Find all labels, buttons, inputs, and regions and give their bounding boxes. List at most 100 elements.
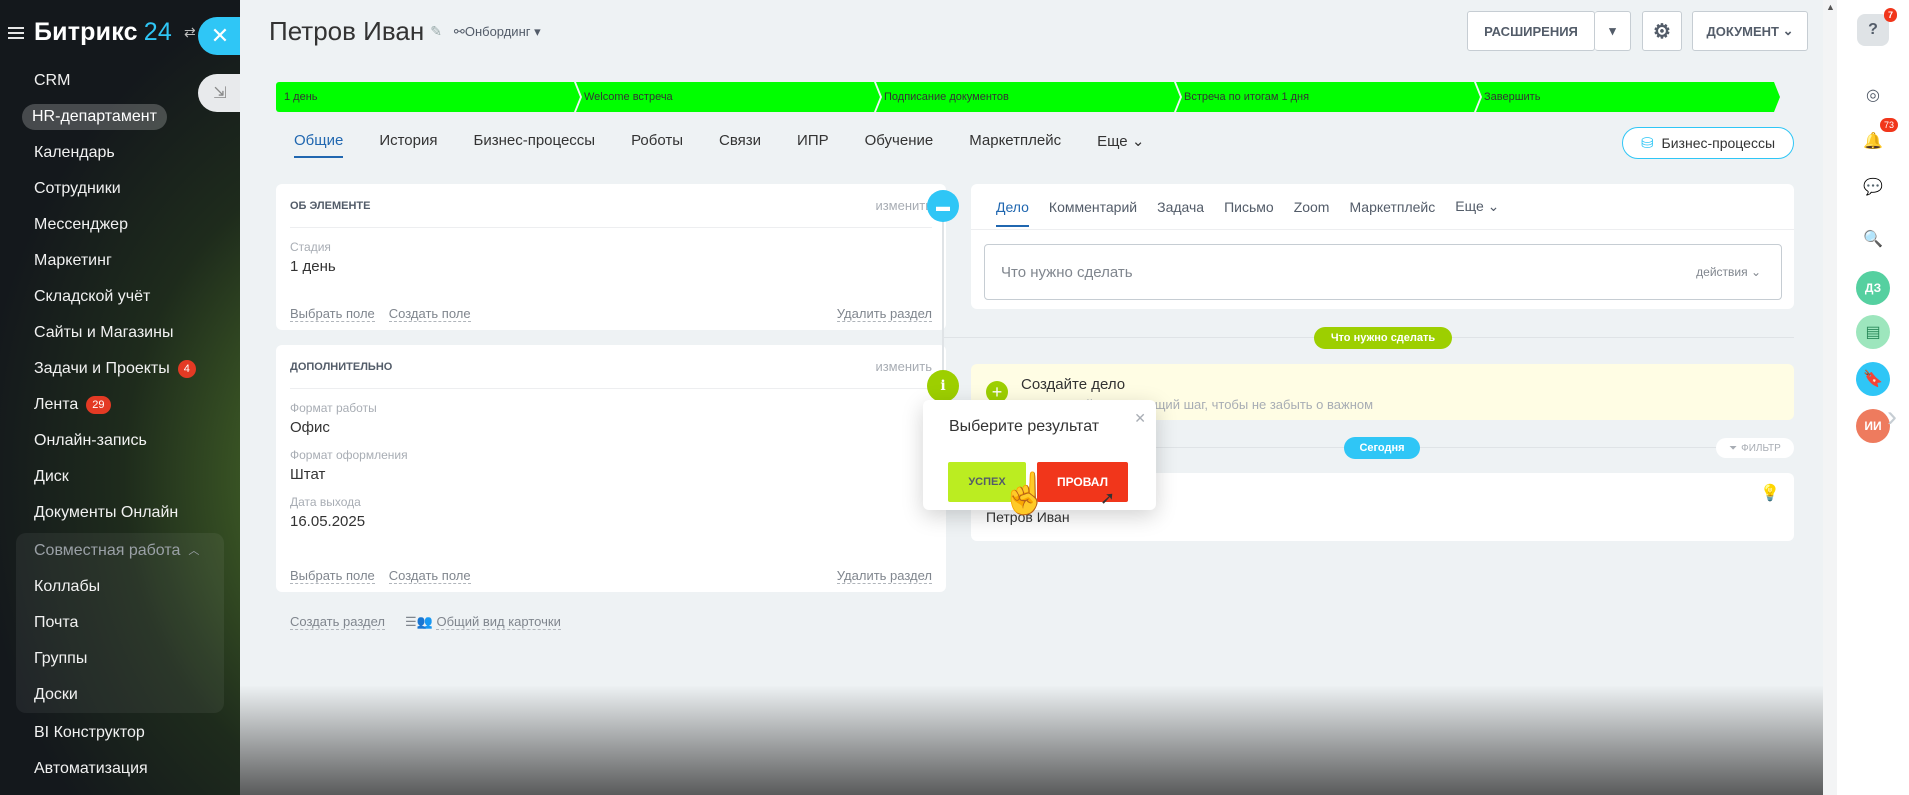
chat-button[interactable]: 💬: [1856, 170, 1890, 204]
minimize-icon: ⇲: [213, 85, 227, 102]
swap-icon[interactable]: ⇄: [184, 24, 196, 41]
nav-group-title[interactable]: Совместная работа ︿: [16, 533, 224, 569]
tab-zoom[interactable]: Zoom: [1294, 199, 1330, 215]
stage-item[interactable]: Welcome встреча: [576, 82, 880, 112]
extensions-dropdown-button[interactable]: ▾: [1595, 11, 1631, 51]
chevron-right-icon[interactable]: ›: [1887, 400, 1897, 434]
edit-link[interactable]: изменить: [875, 198, 932, 213]
field-employment-format: Формат оформления Штат: [290, 448, 408, 483]
search-button[interactable]: 🔍: [1856, 222, 1890, 256]
about-card: ОБ ЭЛЕМЕНТЕ изменить Стадия 1 день Выбра…: [276, 184, 946, 330]
delete-section-link[interactable]: Удалить раздел: [836, 568, 932, 584]
entity-title[interactable]: Петров Иван: [269, 16, 424, 47]
field-start-date: Дата выхода 16.05.2025: [290, 495, 366, 530]
nav-item-employees[interactable]: Сотрудники: [0, 171, 240, 207]
category-selector[interactable]: ⚯Онбординг ▾: [454, 24, 541, 40]
entity-tabs: Общие История Бизнес-процессы Роботы Свя…: [294, 132, 1144, 158]
nav-item-collabs[interactable]: Коллабы: [16, 569, 224, 605]
nav-item-mail[interactable]: Почта: [16, 605, 224, 641]
select-field-link[interactable]: Выбрать поле: [290, 306, 375, 322]
minimize-slider-button[interactable]: ⇲: [198, 74, 242, 112]
nav-item-feed[interactable]: Лента 29: [0, 387, 240, 423]
card-header: ДОПОЛНИТЕЛЬНО изменить: [290, 345, 932, 389]
stage-item[interactable]: Завершить: [1476, 82, 1780, 112]
chat-icon: ▬: [927, 190, 959, 222]
select-field-link[interactable]: Выбрать поле: [290, 568, 375, 584]
tab-task[interactable]: Задача: [1157, 199, 1204, 215]
lightbulb-icon[interactable]: 💡: [1760, 483, 1780, 503]
actions-dropdown[interactable]: действия ⌄: [1696, 265, 1761, 279]
close-icon[interactable]: ✕: [1134, 410, 1146, 427]
tab-learning[interactable]: Обучение: [865, 132, 934, 158]
close-slider-button[interactable]: ✕: [198, 17, 242, 55]
copilot-icon: ◎: [1866, 87, 1880, 104]
bookmark-icon[interactable]: 🔖: [1856, 362, 1890, 396]
tab-more[interactable]: Еще ⌄: [1455, 198, 1499, 215]
help-button[interactable]: ? 7: [1857, 8, 1897, 46]
create-section-link[interactable]: Создать раздел: [290, 614, 385, 630]
tab-marketplace[interactable]: Маркетплейс: [1349, 199, 1435, 215]
chat-bubble-icon: 💬: [1863, 179, 1883, 196]
todo-input[interactable]: Что нужно сделать действия ⌄: [984, 244, 1782, 300]
users-icon: ☰👥: [404, 614, 433, 629]
nav-item-calendar[interactable]: Календарь: [0, 135, 240, 171]
scroll-up-icon[interactable]: ▲: [1826, 2, 1835, 12]
tab-robots[interactable]: Роботы: [631, 132, 683, 158]
tab-general[interactable]: Общие: [294, 132, 344, 158]
tab-history[interactable]: История: [379, 132, 437, 158]
nav-item-boards[interactable]: Доски: [16, 677, 224, 713]
nav-item-bi[interactable]: BI Конструктор: [0, 715, 240, 751]
chevron-down-icon: ⌄: [1782, 23, 1794, 38]
nav-item-disk[interactable]: Диск: [0, 459, 240, 495]
avatar[interactable]: ИИ: [1856, 409, 1890, 443]
nav-item-groups[interactable]: Группы: [16, 641, 224, 677]
bp-icon: ⛁: [1640, 135, 1654, 152]
logo[interactable]: Битрикс 24: [34, 18, 172, 47]
stage-item[interactable]: Встреча по итогам 1 дня: [1176, 82, 1480, 112]
feed-counter-badge: 29: [86, 396, 111, 414]
nav-item-automation[interactable]: Автоматизация: [0, 751, 240, 787]
pencil-icon[interactable]: ✎: [430, 23, 442, 40]
document-button[interactable]: ДОКУМЕНТ ⌄: [1692, 11, 1808, 51]
stage-item[interactable]: Подписание документов: [876, 82, 1180, 112]
notes-icon[interactable]: ▤: [1856, 315, 1890, 349]
nav-item-tasks[interactable]: Задачи и Проекты 4: [0, 351, 240, 387]
card-footer: Выбрать поле Создать поле Удалить раздел: [290, 568, 932, 584]
tab-more[interactable]: Еще ⌄: [1097, 132, 1144, 158]
nav-item-sites[interactable]: Сайты и Магазины: [0, 315, 240, 351]
nav-item-booking[interactable]: Онлайн-запись: [0, 423, 240, 459]
nav-item-messenger[interactable]: Мессенджер: [0, 207, 240, 243]
scrollbar[interactable]: ▲: [1823, 0, 1837, 795]
link-icon: ⚯: [453, 23, 465, 39]
tab-market[interactable]: Маркетплейс: [969, 132, 1061, 158]
tab-ipr[interactable]: ИПР: [797, 132, 829, 158]
tab-links[interactable]: Связи: [719, 132, 761, 158]
tasks-counter-badge: 4: [177, 360, 196, 378]
nav-item-marketing[interactable]: Маркетинг: [0, 243, 240, 279]
create-field-link[interactable]: Создать поле: [388, 568, 471, 584]
stage-item[interactable]: 1 день: [276, 82, 580, 112]
create-field-link[interactable]: Создать поле: [388, 306, 471, 322]
tab-todo[interactable]: Дело: [996, 199, 1029, 227]
nav-item-warehouse[interactable]: Складской учёт: [0, 279, 240, 315]
info-icon: i: [927, 370, 959, 402]
notifications-button[interactable]: 🔔 73: [1856, 118, 1898, 158]
tab-comment[interactable]: Комментарий: [1049, 199, 1137, 215]
chevron-down-icon: ⌄: [1131, 133, 1145, 150]
copilot-button[interactable]: ◎: [1856, 78, 1890, 112]
logo-row: Битрикс 24 ⇄: [8, 18, 196, 47]
card-below-actions: Создать раздел ☰👥 Общий вид карточки: [290, 614, 561, 630]
tab-email[interactable]: Письмо: [1224, 199, 1274, 215]
card-view-link[interactable]: ☰👥 Общий вид карточки: [405, 614, 561, 630]
extensions-button[interactable]: РАСШИРЕНИЯ: [1467, 11, 1595, 51]
avatar[interactable]: ДЗ: [1856, 271, 1890, 305]
business-processes-button[interactable]: ⛁ Бизнес-процессы: [1622, 127, 1794, 159]
edit-link[interactable]: изменить: [875, 359, 932, 374]
filter-button[interactable]: ⏷ ФИЛЬТР: [1716, 438, 1794, 458]
nav-item-docs[interactable]: Документы Онлайн: [0, 495, 240, 531]
settings-button[interactable]: ⚙: [1642, 11, 1682, 51]
header: Петров Иван ✎ ⚯Онбординг ▾ РАСШИРЕНИЯ ▾ …: [240, 0, 1824, 62]
menu-burger-icon[interactable]: [8, 26, 24, 39]
delete-section-link[interactable]: Удалить раздел: [836, 306, 932, 322]
tab-bp[interactable]: Бизнес-процессы: [474, 132, 596, 158]
